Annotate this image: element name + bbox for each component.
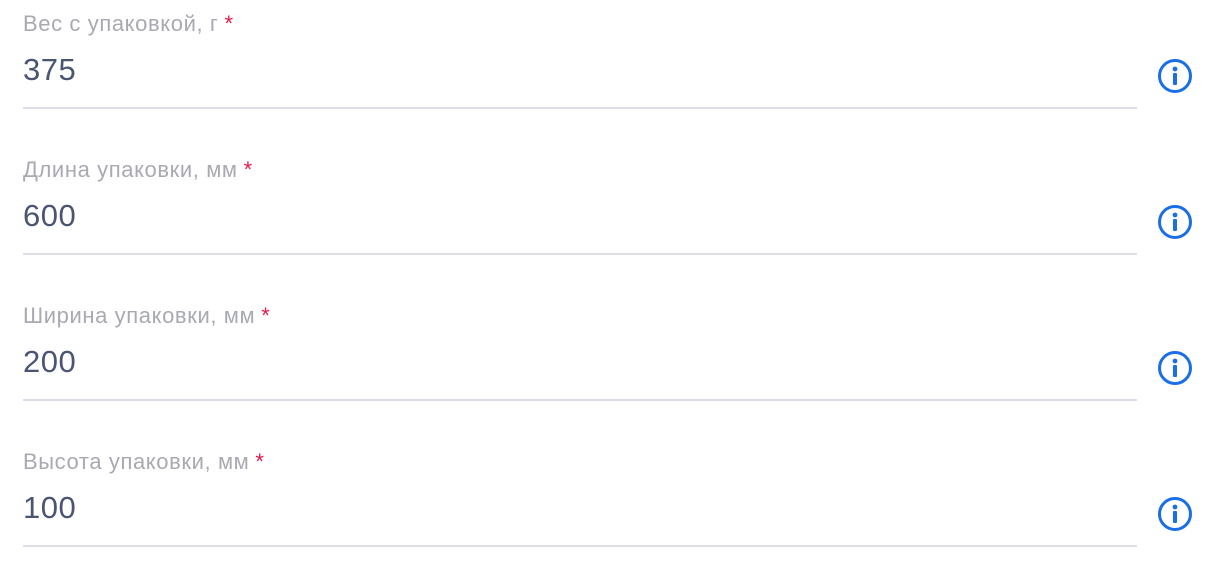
info-icon[interactable] (1157, 58, 1193, 94)
field-label: Ширина упаковки, мм * (23, 302, 270, 330)
info-icon[interactable] (1157, 496, 1193, 532)
field-underline (23, 253, 1137, 255)
weight-field: Вес с упаковкой, г * (23, 0, 1137, 146)
field-underline (23, 107, 1137, 109)
width-input[interactable] (23, 342, 1123, 382)
label-text: Ширина упаковки, мм (23, 303, 256, 328)
length-field: Длина упаковки, мм * (23, 146, 1137, 292)
height-field: Высота упаковки, мм * (23, 438, 1137, 584)
field-label: Вес с упаковкой, г * (23, 10, 234, 38)
label-text: Высота упаковки, мм (23, 449, 250, 474)
required-asterisk: * (224, 11, 234, 36)
field-label: Высота упаковки, мм * (23, 448, 265, 476)
width-field: Ширина упаковки, мм * (23, 292, 1137, 438)
info-icon[interactable] (1157, 204, 1193, 240)
required-asterisk: * (243, 157, 253, 182)
label-text: Длина упаковки, мм (23, 157, 238, 182)
required-asterisk: * (255, 449, 265, 474)
field-underline (23, 399, 1137, 401)
label-text: Вес с упаковкой, г (23, 11, 219, 36)
info-icon[interactable] (1157, 350, 1193, 386)
height-input[interactable] (23, 488, 1123, 528)
required-asterisk: * (261, 303, 271, 328)
field-label: Длина упаковки, мм * (23, 156, 253, 184)
field-underline (23, 545, 1137, 547)
weight-input[interactable] (23, 50, 1123, 90)
length-input[interactable] (23, 196, 1123, 236)
